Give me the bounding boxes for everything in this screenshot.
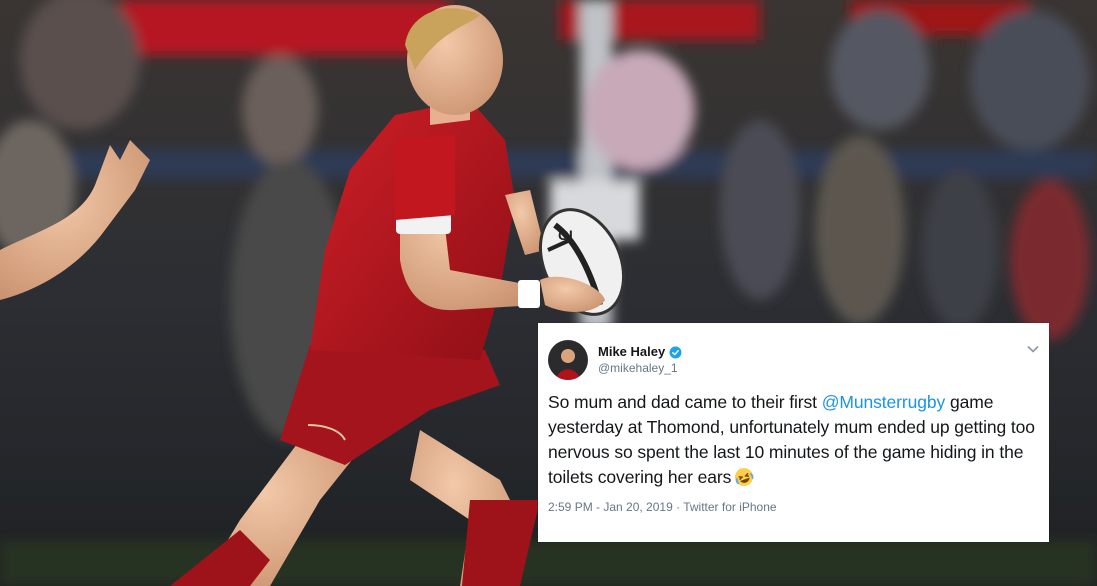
tweet-text: So mum and dad came to their first @Muns… (548, 390, 1037, 490)
chevron-down-icon[interactable] (1027, 345, 1039, 353)
tweet-text-part1: So mum and dad came to their first (548, 392, 822, 412)
display-name[interactable]: Mike Haley (598, 344, 665, 360)
avatar-image (548, 340, 588, 380)
tweet-timestamp[interactable]: 2:59 PM - Jan 20, 2019 · Twitter for iPh… (548, 500, 1037, 514)
ball-brand-label: GI (558, 227, 573, 243)
handle[interactable]: @mikehaley_1 (598, 360, 682, 376)
mention-link[interactable]: @Munsterrugby (822, 392, 946, 412)
verified-badge-icon (669, 346, 682, 358)
avatar[interactable] (548, 340, 588, 380)
tweet-card[interactable]: Mike Haley @mikehaley_1 So mum and dad c… (538, 323, 1049, 542)
tweet-header: Mike Haley @mikehaley_1 (548, 339, 1037, 381)
laughing-emoji-icon (735, 468, 754, 486)
